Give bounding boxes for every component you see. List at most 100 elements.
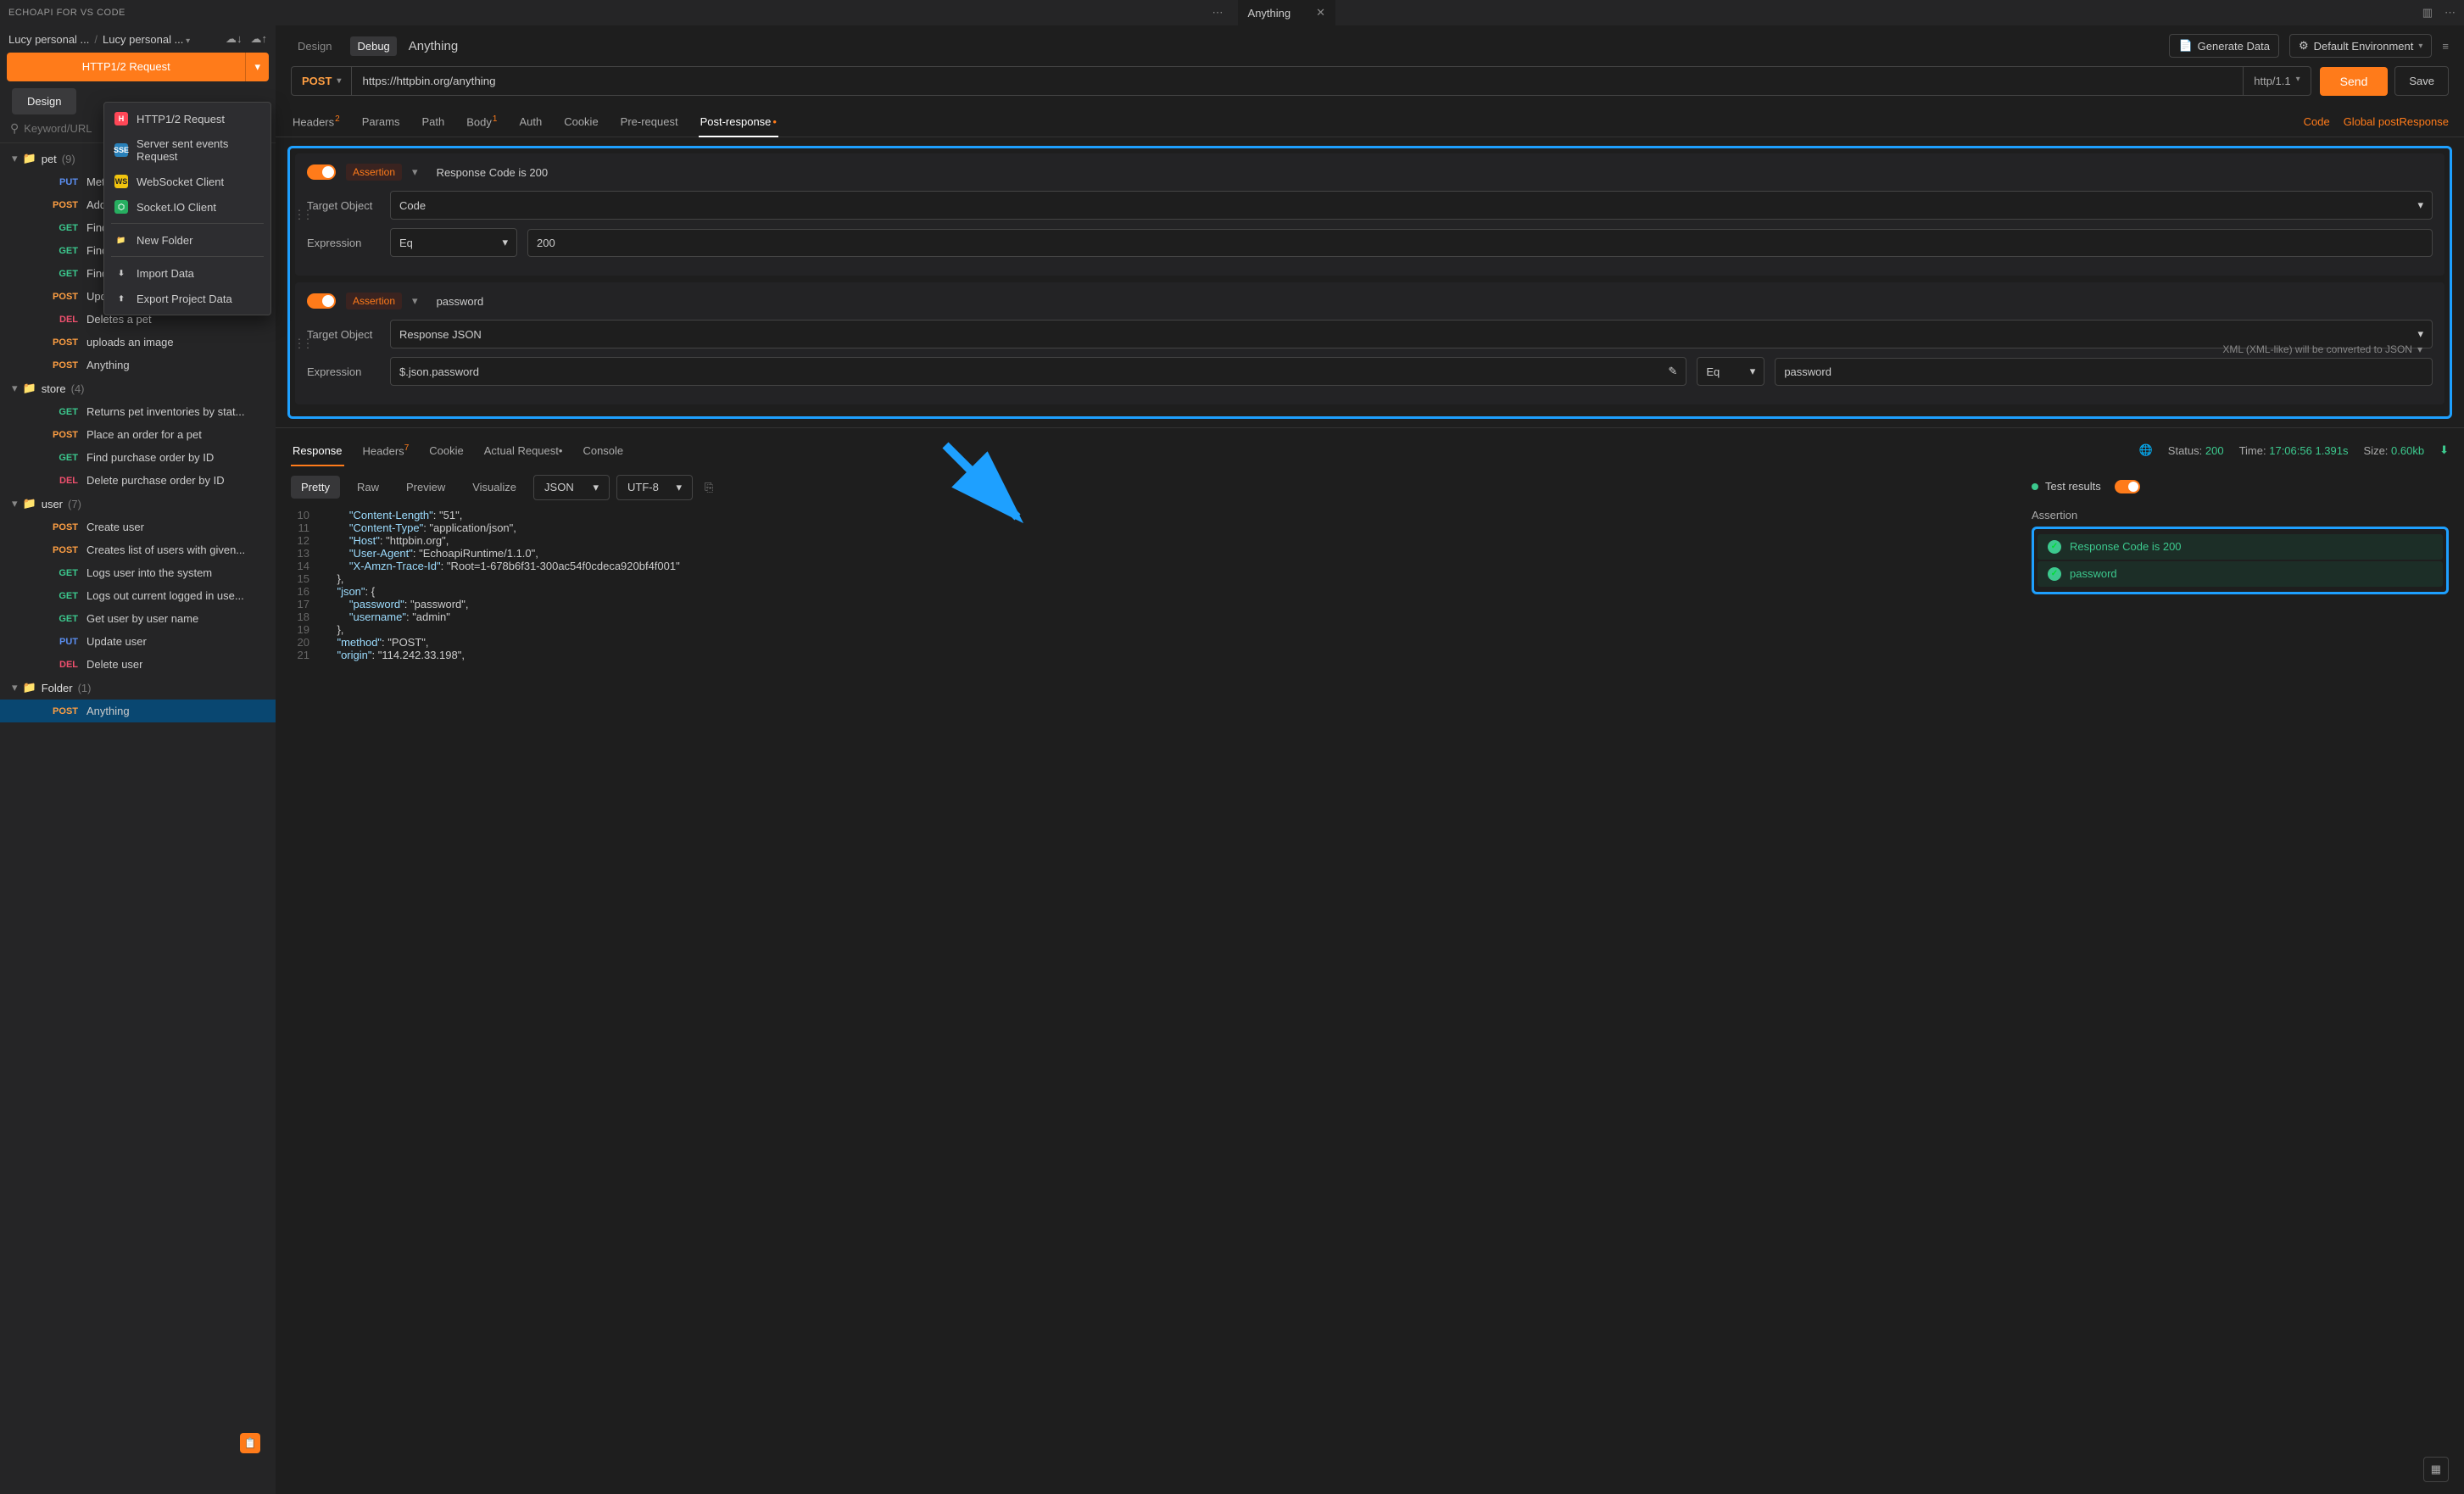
response-body[interactable]: 10 "Content-Length": "51",11 "Content-Ty… [276, 509, 2032, 1494]
format-select[interactable]: JSON▾ [533, 475, 610, 500]
dropdown-ws[interactable]: WSWebSocket Client [104, 169, 270, 194]
tab-design[interactable]: Design [12, 88, 76, 114]
tab-auth[interactable]: Auth [517, 107, 544, 137]
title-bar: ECHOAPI FOR VS CODE ⋯ Anything ✕ ▥ ⋯ [0, 0, 2464, 25]
target-object-select[interactable]: Code▾ [390, 191, 2433, 220]
sidebar-more-icon[interactable]: ⋯ [1212, 6, 1225, 20]
view-raw[interactable]: Raw [347, 476, 389, 499]
tree-item[interactable]: DELDelete user [0, 653, 276, 676]
jsonpath-input[interactable]: $.json.password✎ [390, 357, 1686, 386]
tree-item[interactable]: POSTAnything [0, 354, 276, 376]
assertion-toggle[interactable] [307, 293, 336, 309]
generate-data-button[interactable]: 📄Generate Data [2169, 34, 2278, 58]
resp-tab-response[interactable]: Response [291, 436, 344, 465]
breadcrumb-project[interactable]: Lucy personal ... [103, 33, 190, 46]
target-object-select[interactable]: Response JSON▾ [390, 320, 2433, 348]
mode-debug[interactable]: Debug [350, 36, 396, 56]
breadcrumb[interactable]: Lucy personal ... / Lucy personal ... ☁↓… [0, 25, 276, 53]
panel-toggle-icon[interactable]: ▦ [2423, 1457, 2449, 1482]
tab-headers[interactable]: Headers2 [291, 106, 342, 137]
tab-cookie[interactable]: Cookie [562, 107, 599, 137]
tree-item[interactable]: GETLogs user into the system [0, 561, 276, 584]
operator-select[interactable]: Eq▾ [1697, 357, 1764, 386]
folder-icon: 📁 [114, 233, 128, 247]
resp-tab-cookie[interactable]: Cookie [427, 436, 465, 465]
tab-body[interactable]: Body1 [465, 106, 499, 137]
dropdown-export[interactable]: ⬆Export Project Data [104, 286, 270, 311]
assertion-title: password [437, 295, 484, 308]
resp-tab-console[interactable]: Console [581, 436, 625, 465]
assertion-section-label: Assertion [2032, 504, 2449, 527]
cloud-up-icon[interactable]: ☁↑ [251, 32, 268, 46]
global-postresponse-link[interactable]: Global postResponse [2344, 115, 2449, 128]
tree-item[interactable]: POSTAnything [0, 700, 276, 722]
tree-item[interactable]: GETFind purchase order by ID [0, 446, 276, 469]
download-icon[interactable]: ⬇ [2439, 443, 2449, 457]
resp-tab-headers[interactable]: Headers7 [361, 435, 411, 465]
tree-folder[interactable]: ▾📁Folder (1) [0, 676, 276, 700]
tab-params[interactable]: Params [360, 107, 402, 137]
tree-folder[interactable]: ▾📁user (7) [0, 492, 276, 516]
chevron-down-icon[interactable]: ▾ [412, 294, 418, 308]
send-button[interactable]: Send [2320, 67, 2389, 96]
target-object-label: Target Object [307, 328, 380, 341]
more-icon[interactable]: ⋯ [2444, 6, 2456, 20]
response-meta: 🌐 Status: 200 Time: 17:06:56 1.391s Size… [2139, 443, 2449, 457]
protocol-select[interactable]: http/1.1 [2244, 66, 2311, 96]
url-input[interactable] [351, 66, 2244, 96]
mode-design[interactable]: Design [291, 36, 338, 56]
dropdown-new-folder[interactable]: 📁New Folder [104, 227, 270, 253]
editor-tab[interactable]: Anything ✕ [1238, 0, 1336, 25]
notification-badge[interactable]: 📋 [240, 1433, 260, 1453]
assertion-toggle[interactable] [307, 164, 336, 180]
tab-prerequest[interactable]: Pre-request [619, 107, 680, 137]
dropdown-import[interactable]: ⬇Import Data [104, 260, 270, 286]
check-icon [2048, 540, 2061, 554]
test-results-toggle[interactable] [2115, 480, 2140, 493]
encoding-select[interactable]: UTF-8▾ [616, 475, 693, 500]
target-object-label: Target Object [307, 199, 380, 212]
menu-icon[interactable]: ≡ [2442, 40, 2449, 53]
dropdown-sse[interactable]: SSEServer sent events Request [104, 131, 270, 169]
tab-postresponse[interactable]: Post-response• [699, 107, 778, 137]
dropdown-sio[interactable]: ⬡Socket.IO Client [104, 194, 270, 220]
new-request-dropdown[interactable]: HHTTP1/2 Request SSEServer sent events R… [103, 102, 271, 315]
request-name: Anything [409, 39, 458, 53]
tree-item[interactable]: POSTCreate user [0, 516, 276, 538]
tree-item[interactable]: POSTPlace an order for a pet [0, 423, 276, 446]
tab-path[interactable]: Path [421, 107, 447, 137]
tree-item[interactable]: POSTCreates list of users with given... [0, 538, 276, 561]
cloud-down-icon[interactable]: ☁↓ [226, 32, 242, 46]
tree-item[interactable]: PUTUpdate user [0, 630, 276, 653]
environment-select[interactable]: ⚙Default Environment [2289, 34, 2432, 58]
tree-item[interactable]: GETReturns pet inventories by stat... [0, 400, 276, 423]
view-visualize[interactable]: Visualize [462, 476, 527, 499]
drag-handle-icon[interactable]: ⋮⋮ [293, 337, 310, 351]
breadcrumb-workspace[interactable]: Lucy personal ... [8, 33, 89, 46]
resp-tab-actual[interactable]: Actual Request• [482, 436, 565, 465]
drag-handle-icon[interactable]: ⋮⋮ [293, 208, 310, 222]
assertion-result: Response Code is 200 [2038, 534, 2443, 560]
tree-item[interactable]: GETGet user by user name [0, 607, 276, 630]
dropdown-http[interactable]: HHTTP1/2 Request [104, 106, 270, 131]
globe-icon[interactable]: 🌐 [2139, 443, 2153, 457]
tree-item[interactable]: DELDelete purchase order by ID [0, 469, 276, 492]
operator-select[interactable]: Eq▾ [390, 228, 517, 257]
view-pretty[interactable]: Pretty [291, 476, 340, 499]
tree-item[interactable]: GETLogs out current logged in use... [0, 584, 276, 607]
new-request-caret[interactable]: ▾ [245, 53, 269, 81]
new-request-button[interactable]: HTTP1/2 Request ▾ [7, 53, 269, 81]
expected-value-input[interactable]: 200 [527, 229, 2433, 257]
view-preview[interactable]: Preview [396, 476, 455, 499]
code-link[interactable]: Code [2304, 115, 2330, 128]
wand-icon[interactable]: ✎ [1668, 365, 1677, 378]
tree-item[interactable]: POSTuploads an image [0, 331, 276, 354]
method-select[interactable]: POST [291, 66, 351, 96]
chevron-down-icon[interactable]: ▾ [412, 165, 418, 179]
copy-icon[interactable]: ⎘ [700, 476, 718, 499]
save-button[interactable]: Save [2394, 66, 2449, 96]
tree-folder[interactable]: ▾📁store (4) [0, 376, 276, 400]
close-icon[interactable]: ✕ [1316, 6, 1325, 20]
layout-icon[interactable]: ▥ [2422, 6, 2433, 20]
expected-value-input[interactable]: password [1775, 358, 2433, 386]
